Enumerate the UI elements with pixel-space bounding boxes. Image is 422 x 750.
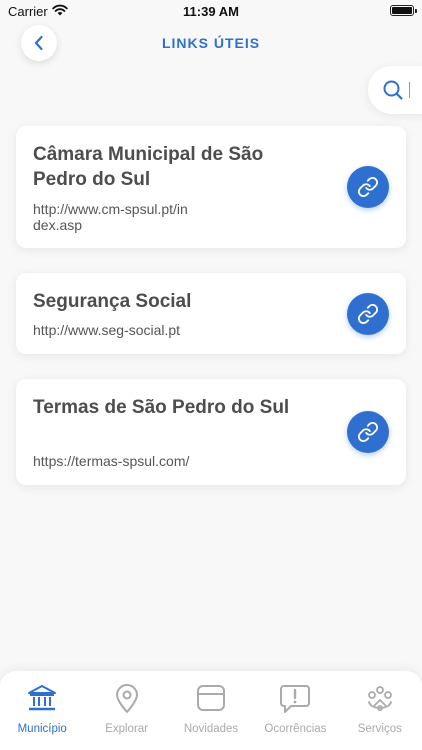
status-bar: Carrier 11:39 AM bbox=[0, 0, 422, 24]
alert-message-icon bbox=[280, 685, 311, 713]
news-icon bbox=[197, 685, 226, 711]
clock: 11:39 AM bbox=[183, 4, 239, 19]
tab-ocorrencias[interactable]: Ocorrências bbox=[253, 671, 337, 750]
page-title: LINKS ÚTEIS bbox=[161, 35, 261, 51]
tab-servicos[interactable]: Serviços bbox=[338, 671, 422, 750]
tab-municipio[interactable]: Município bbox=[0, 671, 84, 750]
open-link-button[interactable] bbox=[347, 293, 389, 335]
tab-bar: Município Explorar Novidades Ocorrências bbox=[0, 671, 422, 750]
battery-icon bbox=[390, 5, 417, 16]
link-url: http://www.seg-social.pt bbox=[33, 322, 181, 338]
tab-label: Serviços bbox=[357, 723, 402, 735]
tab-explorar[interactable]: Explorar bbox=[84, 671, 168, 750]
link-icon bbox=[357, 421, 379, 443]
tab-label: Município bbox=[17, 723, 67, 735]
link-card[interactable]: Câmara Municipal de São Pedro do Sul htt… bbox=[16, 126, 406, 248]
services-icon bbox=[367, 686, 392, 711]
open-link-button[interactable] bbox=[347, 411, 389, 453]
map-pin-icon bbox=[115, 684, 138, 713]
search-button[interactable] bbox=[368, 66, 422, 114]
search-caret bbox=[409, 82, 410, 98]
link-url: https://termas-spsul.com/ bbox=[33, 453, 190, 469]
search-icon bbox=[383, 80, 403, 100]
open-link-button[interactable] bbox=[347, 166, 389, 208]
link-title: Segurança Social bbox=[33, 291, 192, 312]
link-icon bbox=[357, 303, 379, 325]
link-title: Câmara Municipal de São Pedro do Sul bbox=[33, 144, 264, 190]
tab-label: Explorar bbox=[105, 723, 149, 735]
tab-novidades[interactable]: Novidades bbox=[169, 671, 253, 750]
tab-label: Ocorrências bbox=[264, 723, 327, 735]
link-icon bbox=[357, 176, 379, 198]
link-card[interactable]: Segurança Social http://www.seg-social.p… bbox=[16, 273, 406, 354]
tab-label: Novidades bbox=[183, 723, 239, 735]
building-columns-icon bbox=[28, 685, 57, 711]
link-title: Termas de São Pedro do Sul bbox=[33, 397, 290, 418]
link-url: http://www.cm-spsul.pt/index.asp bbox=[33, 201, 188, 233]
link-card[interactable]: Termas de São Pedro do Sul https://terma… bbox=[16, 379, 406, 485]
